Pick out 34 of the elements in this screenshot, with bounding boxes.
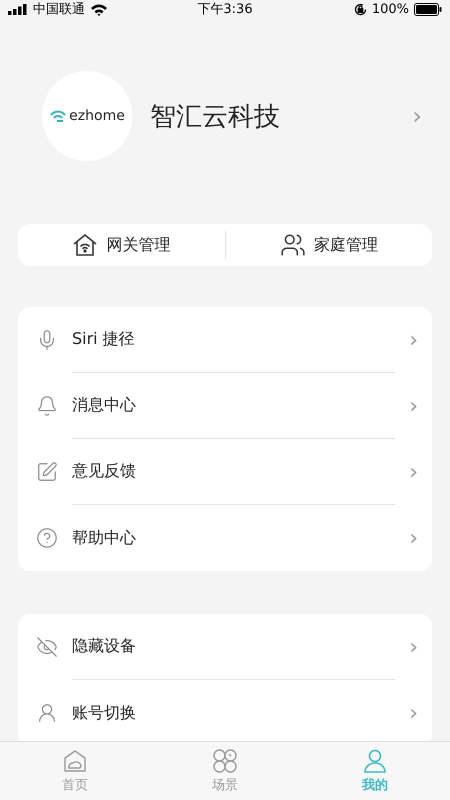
chevron-icon: › — [409, 394, 418, 418]
chevron-icon: › — [409, 460, 418, 484]
chevron-icon: › — [409, 634, 418, 660]
menu-item[interactable]: 隐藏设备 — [72, 636, 136, 657]
signal-icon — [8, 4, 28, 14]
menu-item[interactable]: 账号切换 — [72, 702, 136, 724]
logo-icon — [49, 110, 68, 122]
battery-percent: 100% — [372, 2, 409, 16]
chevron-icon: › — [409, 700, 418, 726]
wifi-house-icon — [72, 232, 98, 258]
menu-item[interactable]: 消息中心 — [72, 395, 136, 416]
carrier-name: 中国联通 — [33, 1, 85, 18]
battery-icon — [414, 2, 442, 16]
quick-action-button[interactable]: 家庭管理 — [226, 224, 432, 266]
menu-item[interactable]: 意见反馈 — [72, 461, 136, 482]
chevron-icon: › — [409, 526, 418, 550]
rotation-lock-icon — [354, 2, 367, 16]
status-time: 下午3:36 — [197, 1, 253, 18]
quick-action-button[interactable]: 网关管理 — [18, 224, 224, 266]
chevron-icon: › — [409, 328, 418, 352]
eye-off-icon — [36, 636, 58, 658]
user-icon — [362, 748, 388, 774]
home-icon — [62, 748, 88, 774]
users-icon — [280, 232, 306, 258]
bell-icon — [36, 395, 58, 417]
edit-icon — [36, 461, 58, 483]
profile-name: 智汇云科技 — [150, 100, 281, 134]
menu-item[interactable]: 帮助中心 — [72, 528, 136, 548]
clover-icon — [212, 748, 238, 774]
help-icon — [36, 527, 58, 549]
avatar[interactable]: ezhome — [42, 71, 132, 161]
wifi-icon — [90, 2, 108, 16]
menu-item[interactable]: Siri 捷径 — [72, 329, 135, 350]
logo-text: ezhome — [69, 108, 125, 124]
